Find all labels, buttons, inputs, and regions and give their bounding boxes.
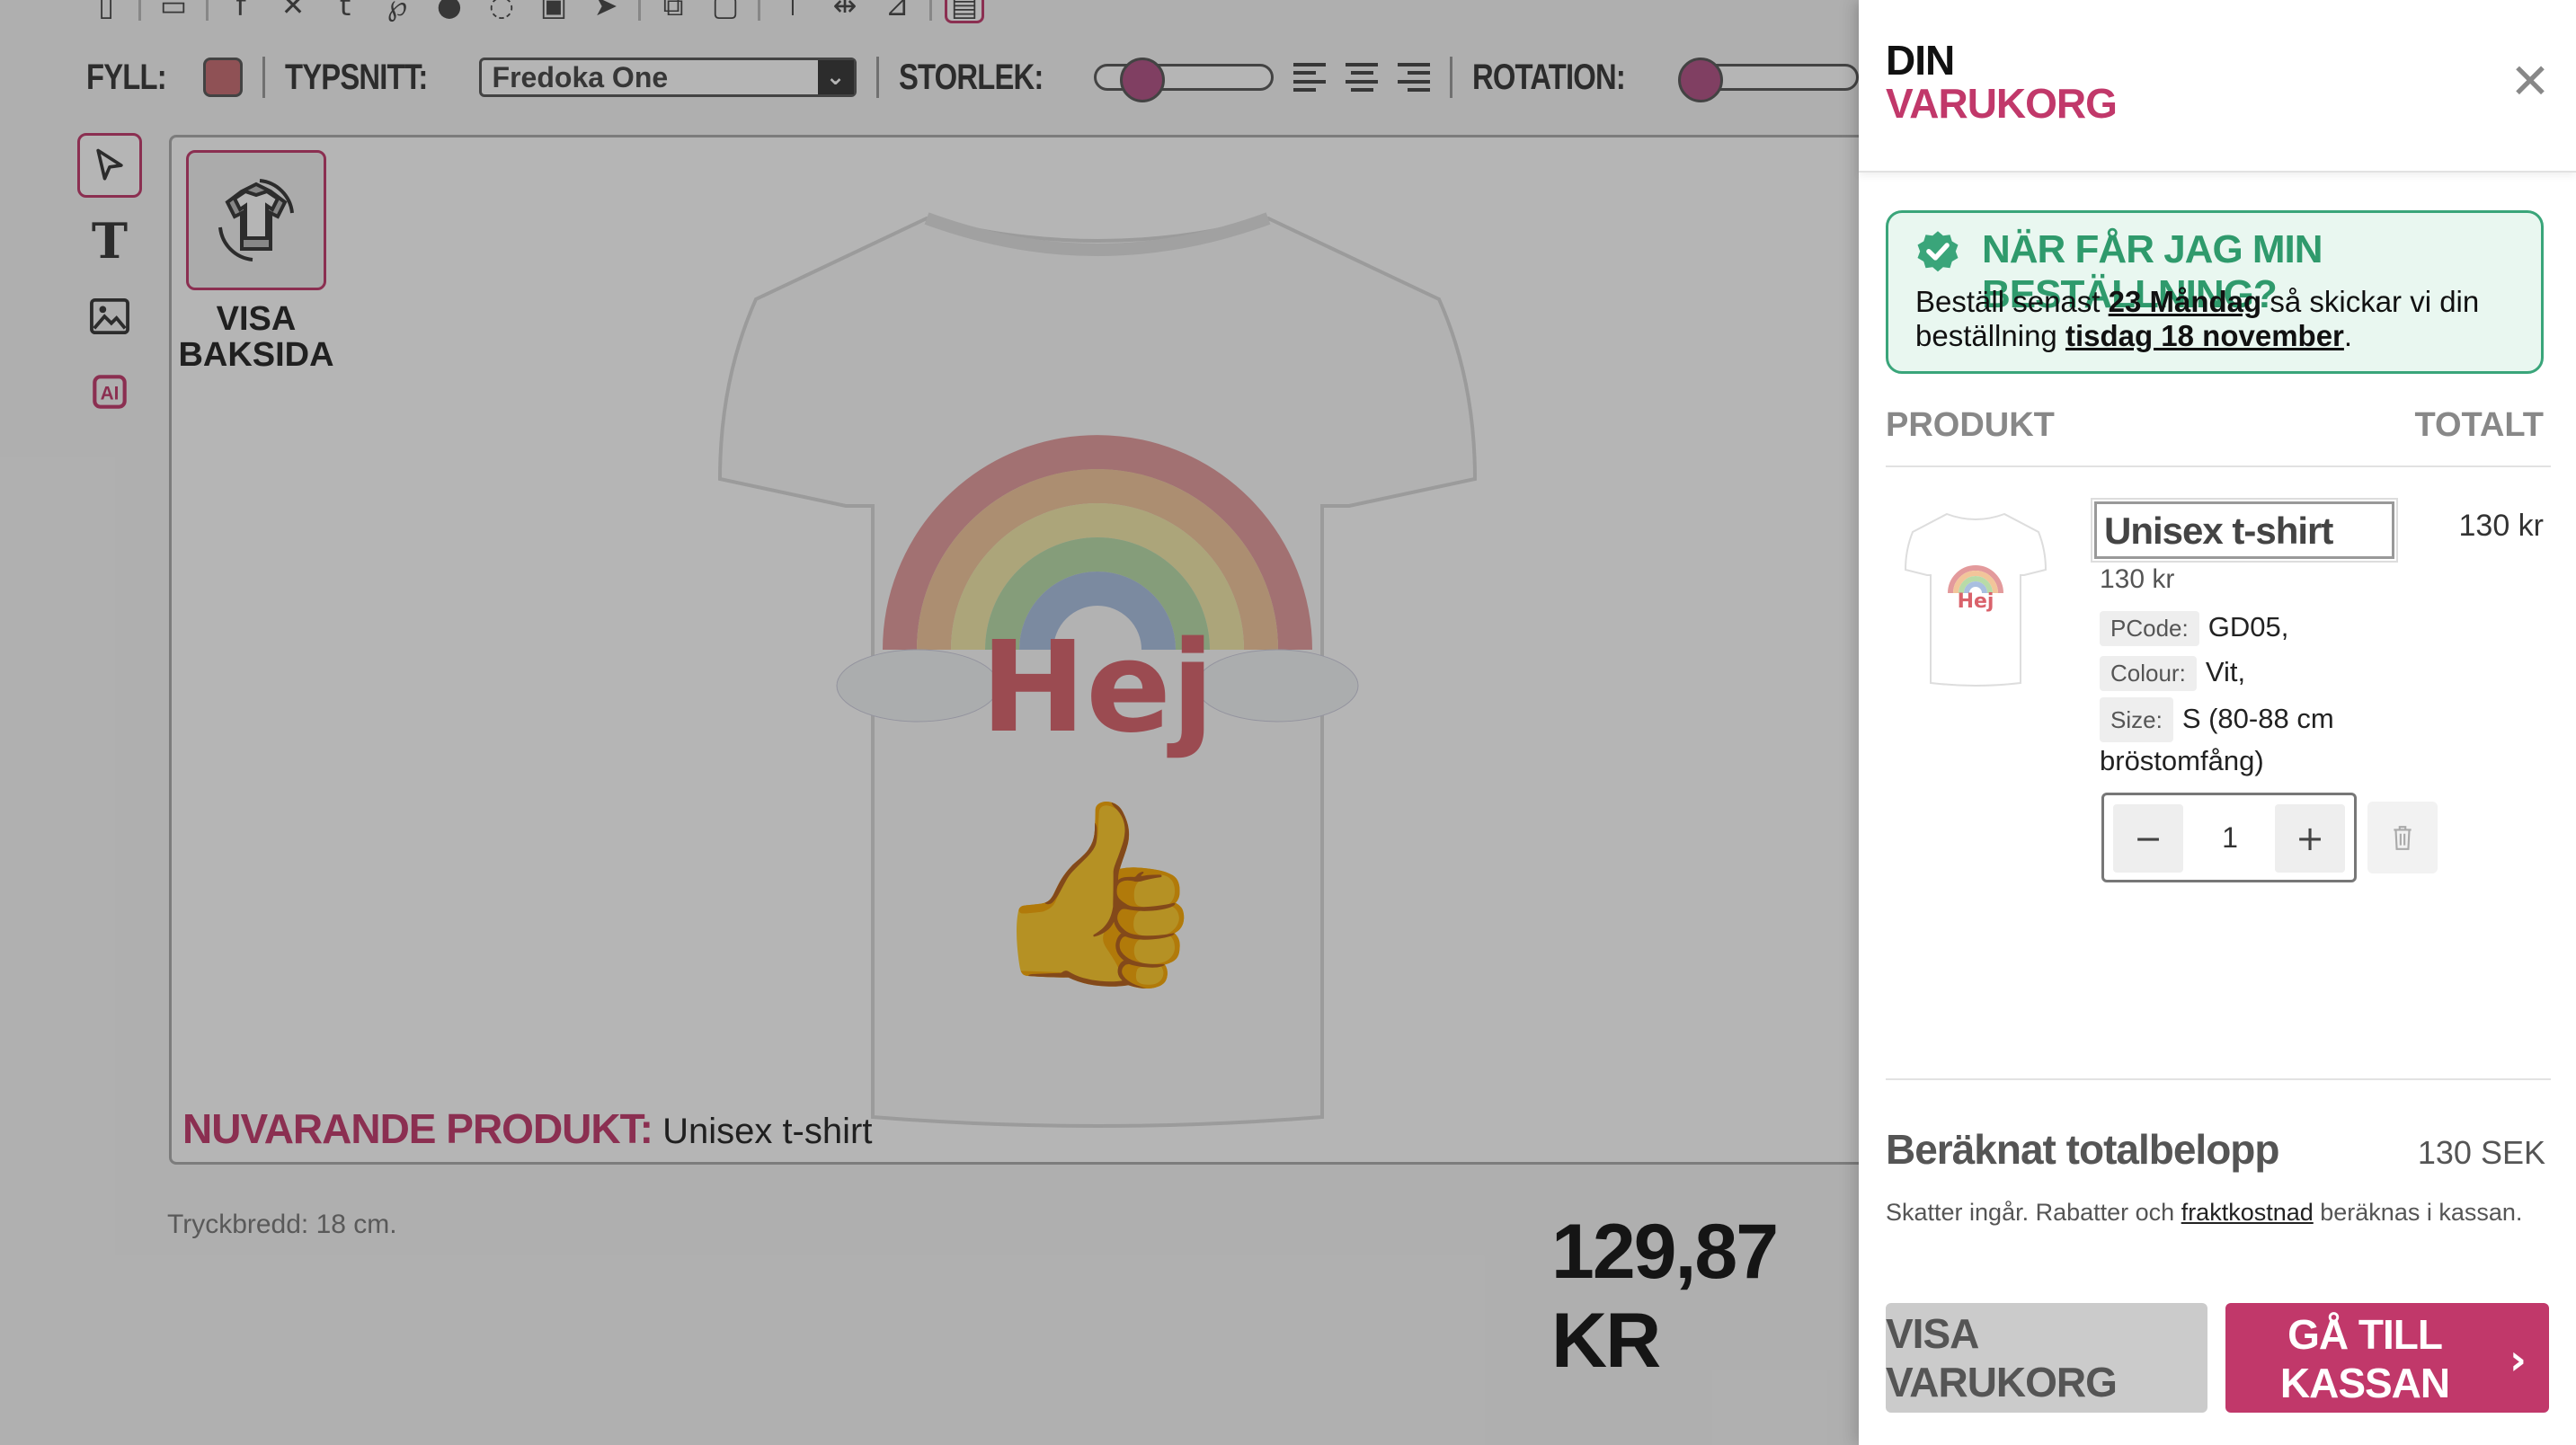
trash-icon	[2394, 826, 2412, 850]
ship-date: tisdag 18 november	[2065, 319, 2344, 352]
chevron-right-icon: ›	[2509, 1335, 2527, 1384]
tax-note-prefix: Skatter ingår. Rabatter och	[1886, 1199, 2181, 1226]
attr-key: Size:	[2100, 697, 2173, 742]
cart-title-line1: DIN	[1886, 37, 1955, 84]
checkout-label-line1: GÅ TILL	[2287, 1311, 2443, 1358]
attr-size: Size: S (80-88 cm bröstomfång)	[2100, 697, 2396, 780]
view-cart-button[interactable]: VISA VARUKORG	[1886, 1303, 2207, 1413]
increment-button[interactable]: +	[2275, 804, 2345, 873]
checkout-button-label: GÅ TILL KASSAN	[2252, 1310, 2477, 1407]
cart-header: DIN VARUKORG ✕	[1859, 0, 2576, 173]
estimated-total-value: 130 SEK	[2417, 1134, 2545, 1171]
cart-item-total: 130 kr	[2458, 509, 2545, 543]
quantity-stepper: − 1 +	[2101, 793, 2357, 882]
decrement-button[interactable]: −	[2113, 804, 2183, 873]
divider	[1886, 465, 2551, 467]
checkout-label-line2: KASSAN	[2279, 1360, 2450, 1406]
thumbnail-design-text: Hej	[1958, 590, 1994, 613]
estimated-total-label: Beräknat totalbelopp	[1886, 1126, 2280, 1173]
cart-column-headers: PRODUKT TOTALT	[1886, 406, 2544, 445]
remove-item-button[interactable]	[2367, 802, 2438, 873]
cart-item-price: 130 kr	[2100, 564, 2175, 594]
total-column-header: TOTALT	[2414, 406, 2544, 444]
attr-value: Vit,	[2205, 656, 2246, 687]
delivery-text: Beställ senast 23 Måndag så skickar vi d…	[1915, 285, 2536, 353]
delivery-text-suffix: .	[2343, 319, 2353, 352]
delivery-text-prefix: Beställ senast	[1915, 285, 2109, 318]
attr-key: Colour:	[2100, 656, 2197, 691]
divider	[1886, 1078, 2551, 1080]
tax-note-suffix: beräknas i kassan.	[2313, 1199, 2523, 1226]
order-by-date: 23 Måndag	[2108, 285, 2262, 318]
cart-item-name[interactable]: Unisex t-shirt	[2094, 501, 2394, 559]
check-badge-icon	[1917, 231, 1959, 272]
cart-drawer: DIN VARUKORG ✕ NÄR FÅR JAG MIN BESTÄLLNI…	[1859, 0, 2576, 1445]
attr-key: PCode:	[2100, 611, 2199, 646]
cart-item-thumbnail[interactable]: Hej	[1904, 503, 2047, 692]
tax-note: Skatter ingår. Rabatter och fraktkostnad…	[1886, 1195, 2542, 1229]
checkout-button[interactable]: GÅ TILL KASSAN ›	[2225, 1303, 2549, 1413]
cart-title-line2: VARUKORG	[1886, 80, 2118, 127]
attr-value: GD05,	[2207, 611, 2289, 643]
close-icon[interactable]: ✕	[2506, 58, 2554, 106]
product-column-header: PRODUKT	[1886, 406, 2055, 444]
shipping-cost-link[interactable]: fraktkostnad	[2181, 1199, 2314, 1226]
delivery-info-box: NÄR FÅR JAG MIN BESTÄLLNING? Beställ sen…	[1886, 210, 2544, 374]
attr-pcode: PCode: GD05,	[2100, 611, 2288, 646]
modal-backdrop[interactable]	[0, 0, 1859, 1445]
attr-colour: Colour: Vit,	[2100, 656, 2245, 691]
quantity-value[interactable]: 1	[2203, 795, 2257, 880]
